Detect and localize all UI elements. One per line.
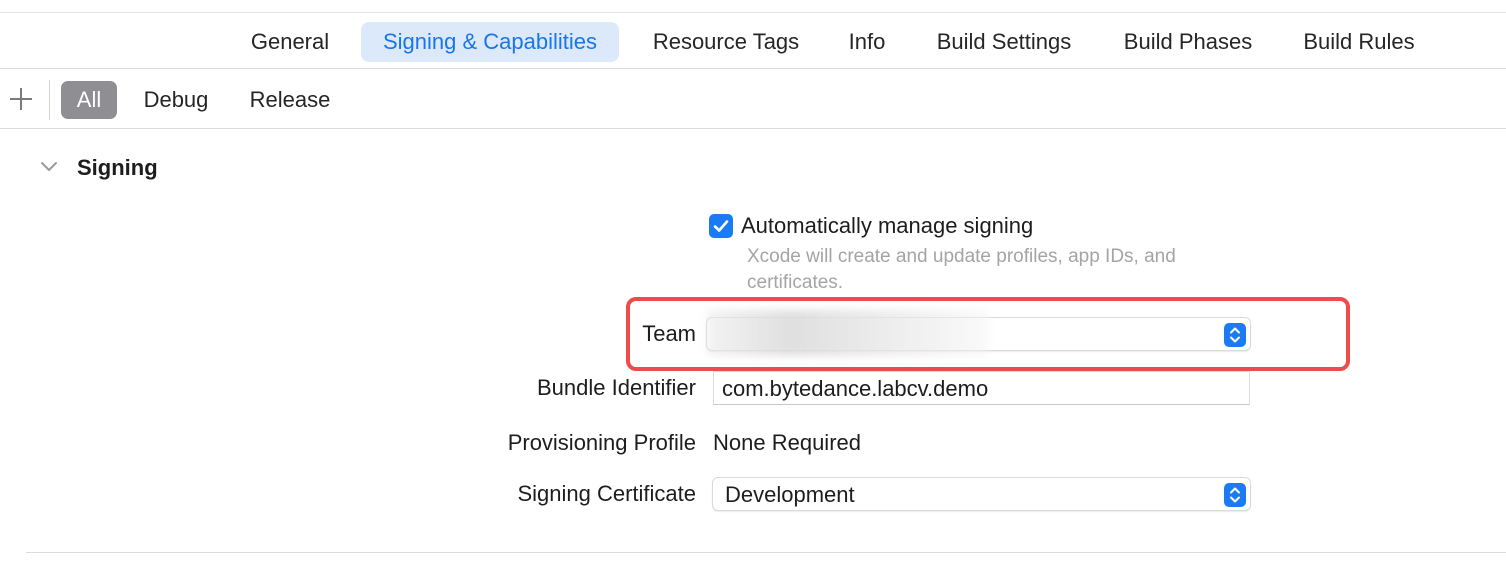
filter-debug-button[interactable]: Debug [130,81,222,119]
top-edge-line [0,12,1506,13]
tabs-divider [0,68,1506,69]
filter-release-button[interactable]: Release [238,81,342,119]
toolbar-separator [49,80,50,120]
signing-certificate-popup[interactable]: Development [712,477,1251,511]
signing-certificate-label: Signing Certificate [517,481,696,506]
auto-manage-signing-description: Xcode will create and update profiles, a… [747,246,1176,293]
tab-build-rules[interactable]: Build Rules [1288,22,1430,62]
provisioning-profile-value: None Required [713,430,861,455]
tab-general[interactable]: General [236,22,344,62]
team-highlight-annotation [626,297,1350,371]
tab-build-settings[interactable]: Build Settings [918,22,1090,62]
bundle-identifier-field[interactable]: com.bytedance.labcv.demo [713,371,1250,405]
section-bottom-divider [26,552,1506,553]
plus-icon[interactable] [6,84,36,114]
auto-manage-signing-label[interactable]: Automatically manage signing [741,212,1033,240]
popup-stepper-icon [1224,483,1246,507]
chevron-down-icon[interactable] [40,160,58,174]
bundle-identifier-value: com.bytedance.labcv.demo [722,376,989,401]
tab-resource-tags[interactable]: Resource Tags [636,22,816,62]
provisioning-profile-label: Provisioning Profile [507,430,696,455]
configuration-filter-bar: All Debug Release [0,70,1506,128]
signing-certificate-value: Development [725,482,855,507]
tab-info[interactable]: Info [834,22,900,62]
editor-tabs: General Signing & Capabilities Resource … [0,20,1506,66]
filter-all-button[interactable]: All [61,81,117,119]
bundle-identifier-label: Bundle Identifier [537,375,696,400]
tab-build-phases[interactable]: Build Phases [1108,22,1268,62]
section-title-signing: Signing [77,155,158,180]
config-divider [0,128,1506,129]
auto-manage-signing-checkbox[interactable] [709,214,733,238]
tab-signing-capabilities[interactable]: Signing & Capabilities [361,22,619,62]
